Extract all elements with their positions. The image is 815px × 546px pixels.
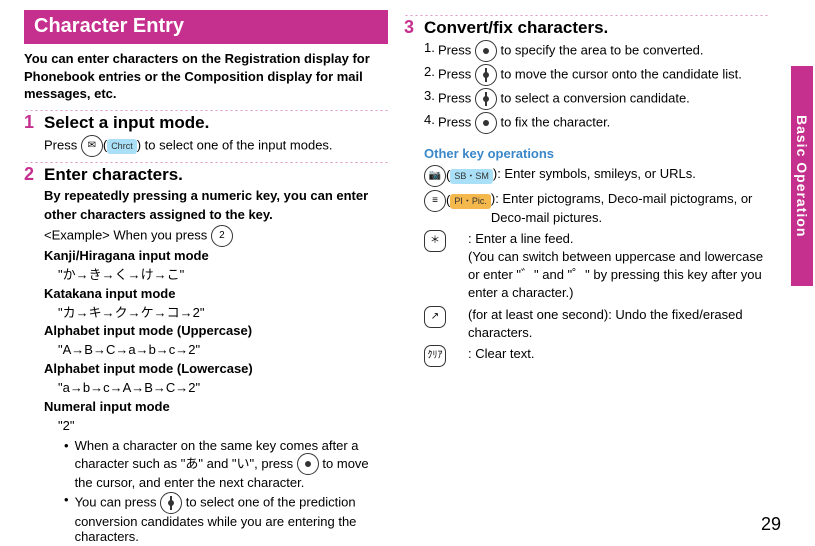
bullet-2: You can press to select one of the predi… bbox=[64, 492, 388, 544]
section-banner: Character Entry bbox=[24, 10, 388, 44]
step-3: 3 Convert/fix characters. 1. Press to sp… bbox=[404, 18, 768, 136]
op-clear: ｸﾘｱ : Clear text. bbox=[424, 345, 768, 367]
step-3-title: Convert/fix characters. bbox=[424, 18, 768, 38]
page: Character Entry You can enter characters… bbox=[0, 0, 815, 546]
sidebar-tab: Basic Operation bbox=[791, 66, 813, 286]
nav-vertical-icon bbox=[160, 492, 182, 514]
nav-vertical-icon bbox=[475, 88, 497, 110]
camera-key-icon: 📷 bbox=[424, 165, 446, 187]
op-symbols: 📷(SB・SM ): Enter symbols, smileys, or UR… bbox=[424, 165, 768, 187]
substep-1: 1. Press to specify the area to be conve… bbox=[424, 40, 768, 62]
nav-vertical-icon bbox=[475, 64, 497, 86]
pi-pic-badge: PI・Pic. bbox=[450, 194, 491, 209]
step-2-subtitle: By repeatedly pressing a numeric key, yo… bbox=[44, 187, 388, 225]
key-2-icon: 2 bbox=[211, 225, 233, 247]
op-pictograms: ≡(PI・Pic. ): Enter pictograms, Deco-mail… bbox=[424, 190, 768, 226]
substep-3: 3. Press to select a conversion candidat… bbox=[424, 88, 768, 110]
right-column: 3 Convert/fix characters. 1. Press to sp… bbox=[404, 10, 768, 546]
dotted-divider bbox=[404, 14, 768, 16]
step-2-title: Enter characters. bbox=[44, 165, 388, 185]
op-linefeed: ＊ : Enter a line feed. (You can switch b… bbox=[424, 230, 768, 303]
substep-4: 4. Press to fix the character. bbox=[424, 112, 768, 134]
step-1: 1 Select a input mode. Press ✉(Chrct) to… bbox=[24, 113, 388, 157]
mode-lower-title: Alphabet input mode (Lowercase) bbox=[44, 360, 388, 379]
menu-key-icon: ≡ bbox=[424, 190, 446, 212]
mode-kanji-seq: "か→き→く→け→こ" bbox=[44, 266, 388, 285]
page-number: 29 bbox=[761, 514, 781, 535]
step-2: 2 Enter characters. By repeatedly pressi… bbox=[24, 165, 388, 546]
mode-num-title: Numeral input mode bbox=[44, 398, 388, 417]
nav-right-icon bbox=[297, 453, 319, 475]
step-1-number: 1 bbox=[24, 113, 38, 157]
step-1-instruction: Press ✉(Chrct) to select one of the inpu… bbox=[44, 135, 388, 157]
bullet-1: When a character on the same key comes a… bbox=[64, 438, 388, 491]
substep-2: 2. Press to move the cursor onto the can… bbox=[424, 64, 768, 86]
mail-key-icon: ✉ bbox=[81, 135, 103, 157]
mode-lower-seq: "a→b→c→A→B→C→2" bbox=[44, 379, 388, 398]
mode-num-seq: "2" bbox=[44, 417, 388, 436]
step-2-number: 2 bbox=[24, 165, 38, 546]
other-ops-list: 📷(SB・SM ): Enter symbols, smileys, or UR… bbox=[404, 165, 768, 367]
op-undo: ↗ (for at least one second): Undo the fi… bbox=[424, 306, 768, 342]
other-ops-title: Other key operations bbox=[424, 146, 768, 161]
lead-text: You can enter characters on the Registra… bbox=[24, 50, 388, 103]
mode-upper-title: Alphabet input mode (Uppercase) bbox=[44, 322, 388, 341]
dotted-divider bbox=[24, 161, 388, 163]
asterisk-key-icon: ＊ bbox=[424, 230, 446, 252]
left-column: Character Entry You can enter characters… bbox=[24, 10, 388, 546]
step-1-title: Select a input mode. bbox=[44, 113, 388, 133]
chrct-label: Chrct bbox=[107, 139, 137, 154]
clear-key-icon: ｸﾘｱ bbox=[424, 345, 446, 367]
dotted-divider bbox=[24, 109, 388, 111]
call-key-icon: ↗ bbox=[424, 306, 446, 328]
example-line: <Example> When you press 2 bbox=[44, 225, 388, 247]
sb-sm-badge: SB・SM bbox=[450, 169, 493, 184]
mode-upper-seq: "A→B→C→a→b→c→2" bbox=[44, 341, 388, 360]
mode-katakana-title: Katakana input mode bbox=[44, 285, 388, 304]
nav-icon bbox=[475, 40, 497, 62]
nav-center-icon bbox=[475, 112, 497, 134]
mode-kanji-title: Kanji/Hiragana input mode bbox=[44, 247, 388, 266]
step-3-number: 3 bbox=[404, 18, 418, 136]
mode-katakana-seq: "カ→キ→ク→ケ→コ→2" bbox=[44, 304, 388, 323]
